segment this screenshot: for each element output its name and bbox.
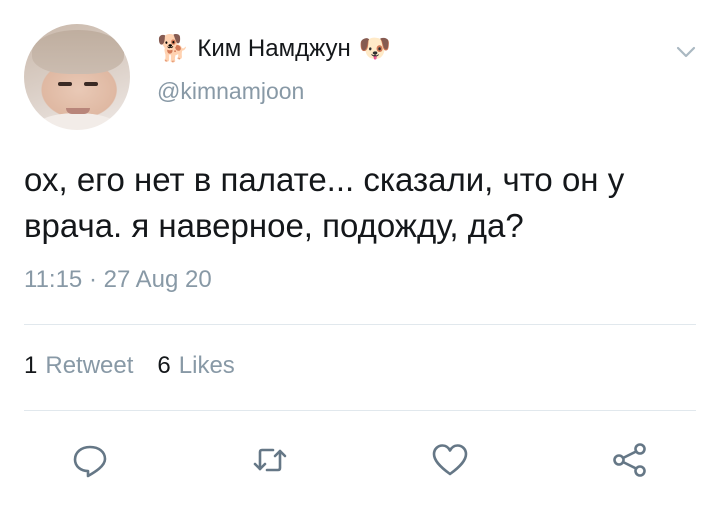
display-name[interactable]: Ким Намджун	[197, 35, 350, 63]
dog-emoji-icon: 🐕	[157, 34, 190, 64]
dog-face-emoji-icon: 🐶	[358, 34, 392, 64]
avatar-eye-left	[58, 82, 72, 86]
tweet-stats: 1 Retweet 6 Likes	[24, 352, 235, 380]
share-icon	[613, 443, 646, 477]
user-handle[interactable]: @kimnamjoon	[157, 78, 304, 105]
avatar-hair	[32, 30, 124, 74]
likes-count: 6	[157, 352, 171, 379]
reply-icon	[73, 445, 107, 478]
author-name-row[interactable]: 🐕 Ким Намджун 🐶	[157, 32, 391, 66]
like-button[interactable]	[428, 438, 472, 482]
divider	[24, 410, 696, 411]
share-button[interactable]	[608, 438, 652, 482]
retweet-icon	[253, 448, 287, 472]
retweets-label: Retweet	[45, 352, 134, 379]
likes-label: Likes	[178, 352, 235, 379]
avatar[interactable]	[24, 24, 130, 130]
retweet-button[interactable]	[248, 438, 292, 482]
avatar-eye-right	[84, 82, 98, 86]
avatar-mouth	[66, 108, 90, 114]
chevron-down-icon[interactable]	[672, 38, 700, 66]
divider	[24, 324, 696, 325]
tweet-text: ох, его нет в палате... сказали, что он …	[24, 161, 625, 244]
likes-stat[interactable]: 6 Likes	[157, 352, 234, 380]
reply-button[interactable]	[68, 438, 112, 482]
retweets-stat[interactable]: 1 Retweet	[24, 352, 133, 380]
heart-icon	[432, 444, 468, 476]
tweet-timestamp[interactable]: 11:15 · 27 Aug 20	[24, 266, 212, 294]
retweets-count: 1	[24, 352, 38, 379]
action-bar	[0, 432, 720, 488]
